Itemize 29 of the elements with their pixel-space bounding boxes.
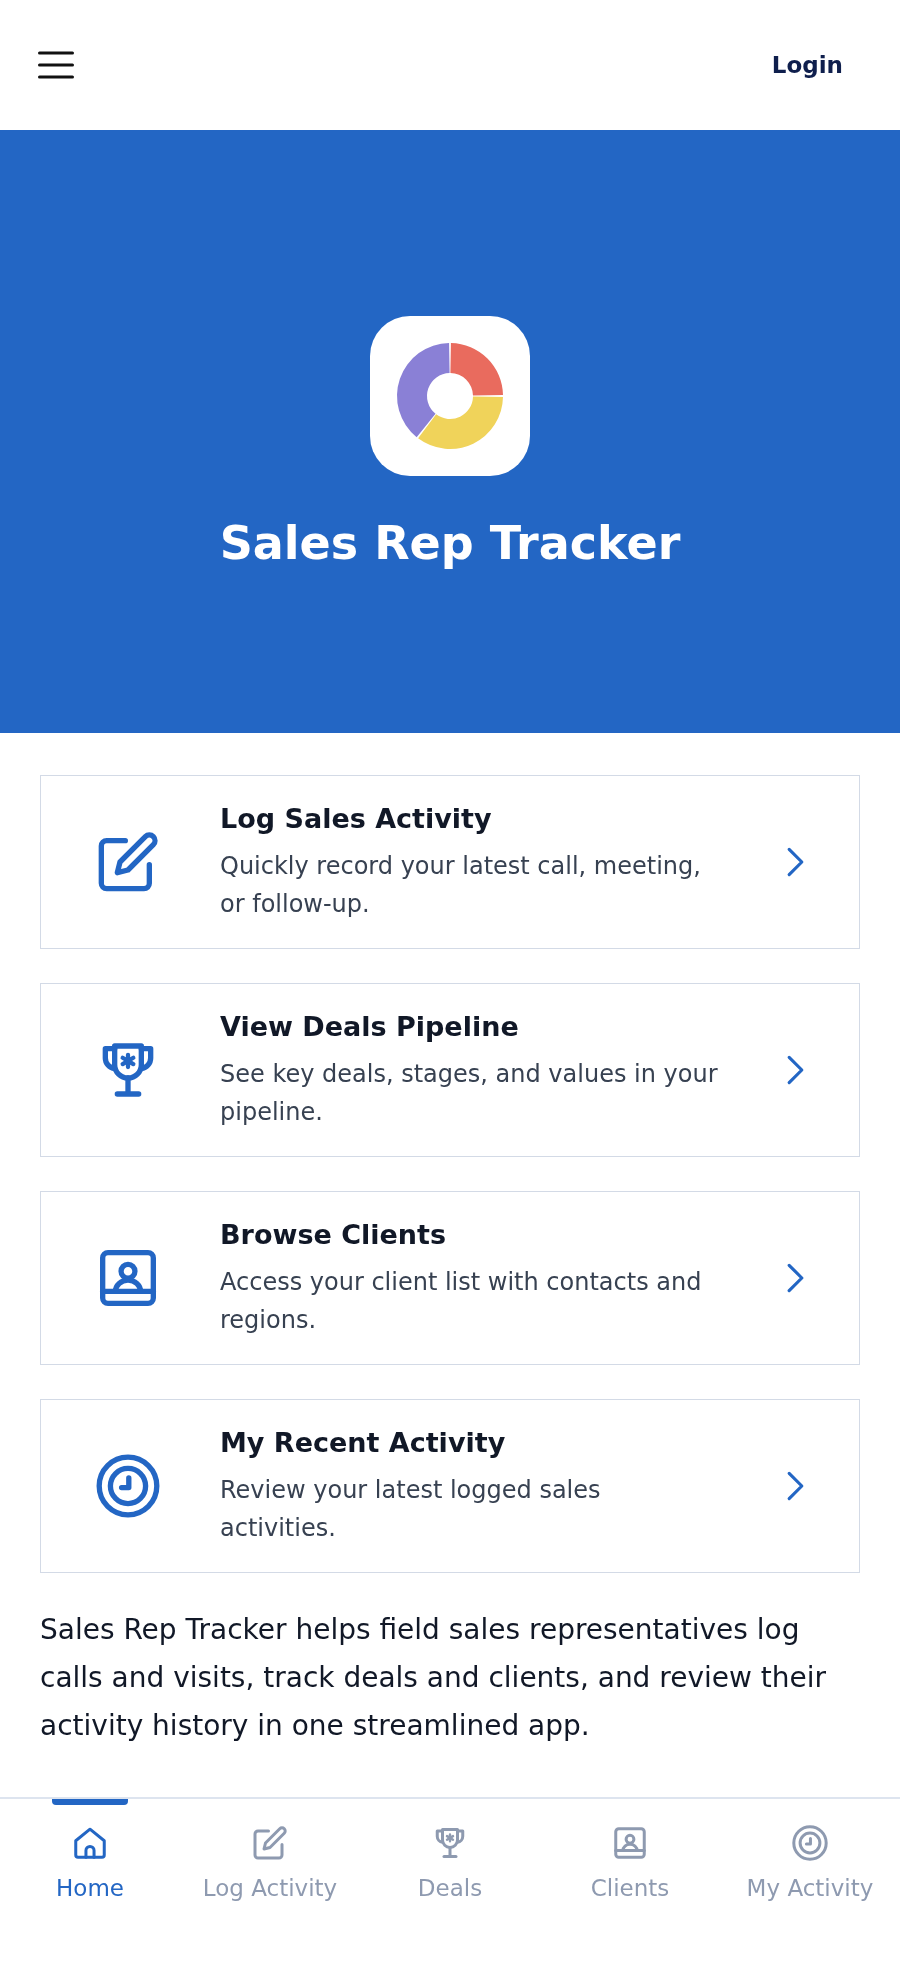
clock-icon <box>792 1825 828 1861</box>
card-title: View Deals Pipeline <box>220 1010 520 1044</box>
pencil-square-icon <box>96 830 160 894</box>
nav-tab[interactable]: Home <box>0 1799 180 1903</box>
card-title: My Recent Activity <box>220 1426 507 1460</box>
action-card[interactable]: View Deals Pipeline See key deals, stages, and values in your pipeline. <box>40 983 860 1157</box>
donut-logo-icon <box>370 316 530 476</box>
login-button[interactable]: Login <box>771 52 843 78</box>
chevron-right-icon <box>786 1054 805 1086</box>
pencil-square-icon <box>252 1825 288 1861</box>
home-icon <box>72 1825 108 1861</box>
chevron-right-icon <box>786 1470 805 1502</box>
card-description: See key deals, stages, and values in your pipeline. <box>220 1059 719 1128</box>
action-card[interactable]: Browse Clients Access your client list with contacts and regions. <box>40 1191 860 1365</box>
app-title: Sales Rep Tracker <box>219 515 681 571</box>
about-paragraph: Sales Rep Tracker helps field sales representatives log calls and visits, track deals and clients, and review their activity history in one streamlined app. <box>40 1612 828 1744</box>
card-title: Browse Clients <box>220 1218 447 1252</box>
card-description: Access your client list with contacts and regions. <box>220 1267 703 1336</box>
menu-icon <box>38 51 74 79</box>
portrait-icon <box>612 1825 648 1861</box>
chevron-right-icon <box>786 1262 805 1294</box>
action-card[interactable]: My Recent Activity Review your latest logged sales activities. <box>40 1399 860 1573</box>
card-title: Log Sales Activity <box>220 802 493 836</box>
chevron-right-icon <box>786 846 805 878</box>
card-description: Review your latest logged sales activities. <box>220 1475 602 1544</box>
clock-icon <box>96 1454 160 1518</box>
card-description: Quickly record your latest call, meeting, or follow-up. <box>220 851 702 920</box>
menu-button[interactable] <box>38 51 74 79</box>
action-card[interactable]: Log Sales Activity Quickly record your latest call, meeting, or follow-up. <box>40 775 860 949</box>
